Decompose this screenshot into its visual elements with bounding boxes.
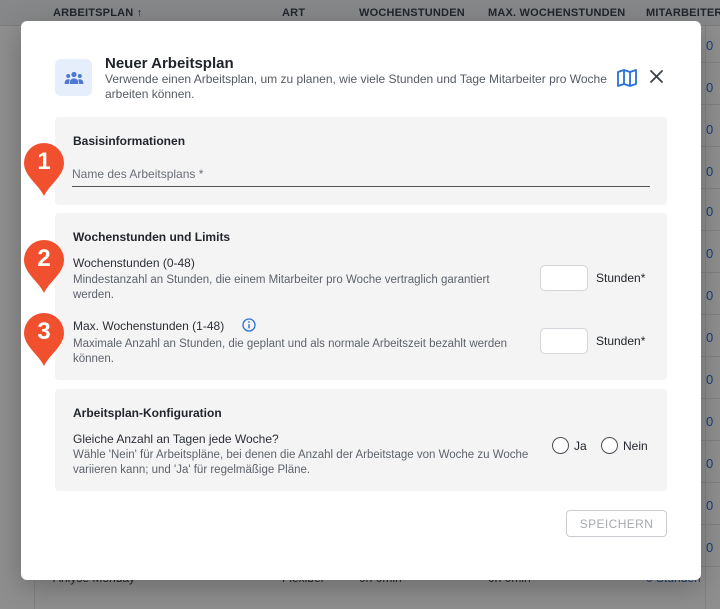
team-icon	[55, 59, 92, 96]
new-work-plan-dialog: Neuer Arbeitsplan Verwende einen Arbeits…	[21, 21, 701, 580]
weekly-hours-input[interactable]	[540, 265, 588, 291]
dialog-title: Neuer Arbeitsplan	[105, 55, 234, 72]
step-marker-1: 1	[23, 143, 65, 197]
step-marker-number: 3	[37, 318, 51, 345]
section-title: Arbeitsplan-Konfiguration	[73, 406, 222, 420]
max-weekly-hours-description: Maximale Anzahl an Stunden, die geplant …	[73, 338, 508, 365]
section-title: Basisinformationen	[73, 134, 186, 148]
basis-section: Basisinformationen	[55, 117, 667, 205]
plan-name-input[interactable]	[72, 161, 650, 187]
radio-no[interactable]	[601, 437, 618, 454]
step-marker-number: 1	[37, 148, 51, 175]
config-section: Arbeitsplan-Konfiguration Gleiche Anzahl…	[55, 389, 667, 491]
section-title: Wochenstunden und Limits	[73, 230, 231, 244]
dialog-subtitle: Verwende einen Arbeitsplan, um zu planen…	[105, 72, 607, 101]
close-icon[interactable]	[649, 69, 664, 84]
max-weekly-hours-label: Max. Wochenstunden (1-48)	[73, 319, 225, 333]
same-days-description: Wähle 'Nein' für Arbeitspläne, bei denen…	[73, 449, 529, 476]
limits-section: Wochenstunden und Limits Wochenstunden (…	[55, 213, 667, 380]
max-weekly-hours-input[interactable]	[540, 328, 588, 354]
book-map-icon[interactable]	[616, 68, 638, 88]
weekly-hours-label: Wochenstunden (0-48)	[73, 256, 195, 270]
radio-no-label[interactable]: Nein	[623, 439, 648, 453]
same-days-question: Gleiche Anzahl an Tagen jede Woche?	[73, 432, 279, 446]
save-button[interactable]: SPEICHERN	[566, 510, 667, 537]
step-marker-2: 2	[23, 240, 65, 294]
radio-yes-label[interactable]: Ja	[574, 439, 587, 453]
info-icon[interactable]	[242, 318, 256, 332]
step-marker-number: 2	[37, 245, 51, 272]
weekly-hours-description: Mindestanzahl an Stunden, die einem Mita…	[73, 274, 490, 301]
max-weekly-hours-unit: Stunden*	[596, 334, 646, 348]
weekly-hours-unit: Stunden*	[596, 271, 646, 285]
step-marker-3: 3	[23, 313, 65, 367]
radio-yes[interactable]	[552, 437, 569, 454]
